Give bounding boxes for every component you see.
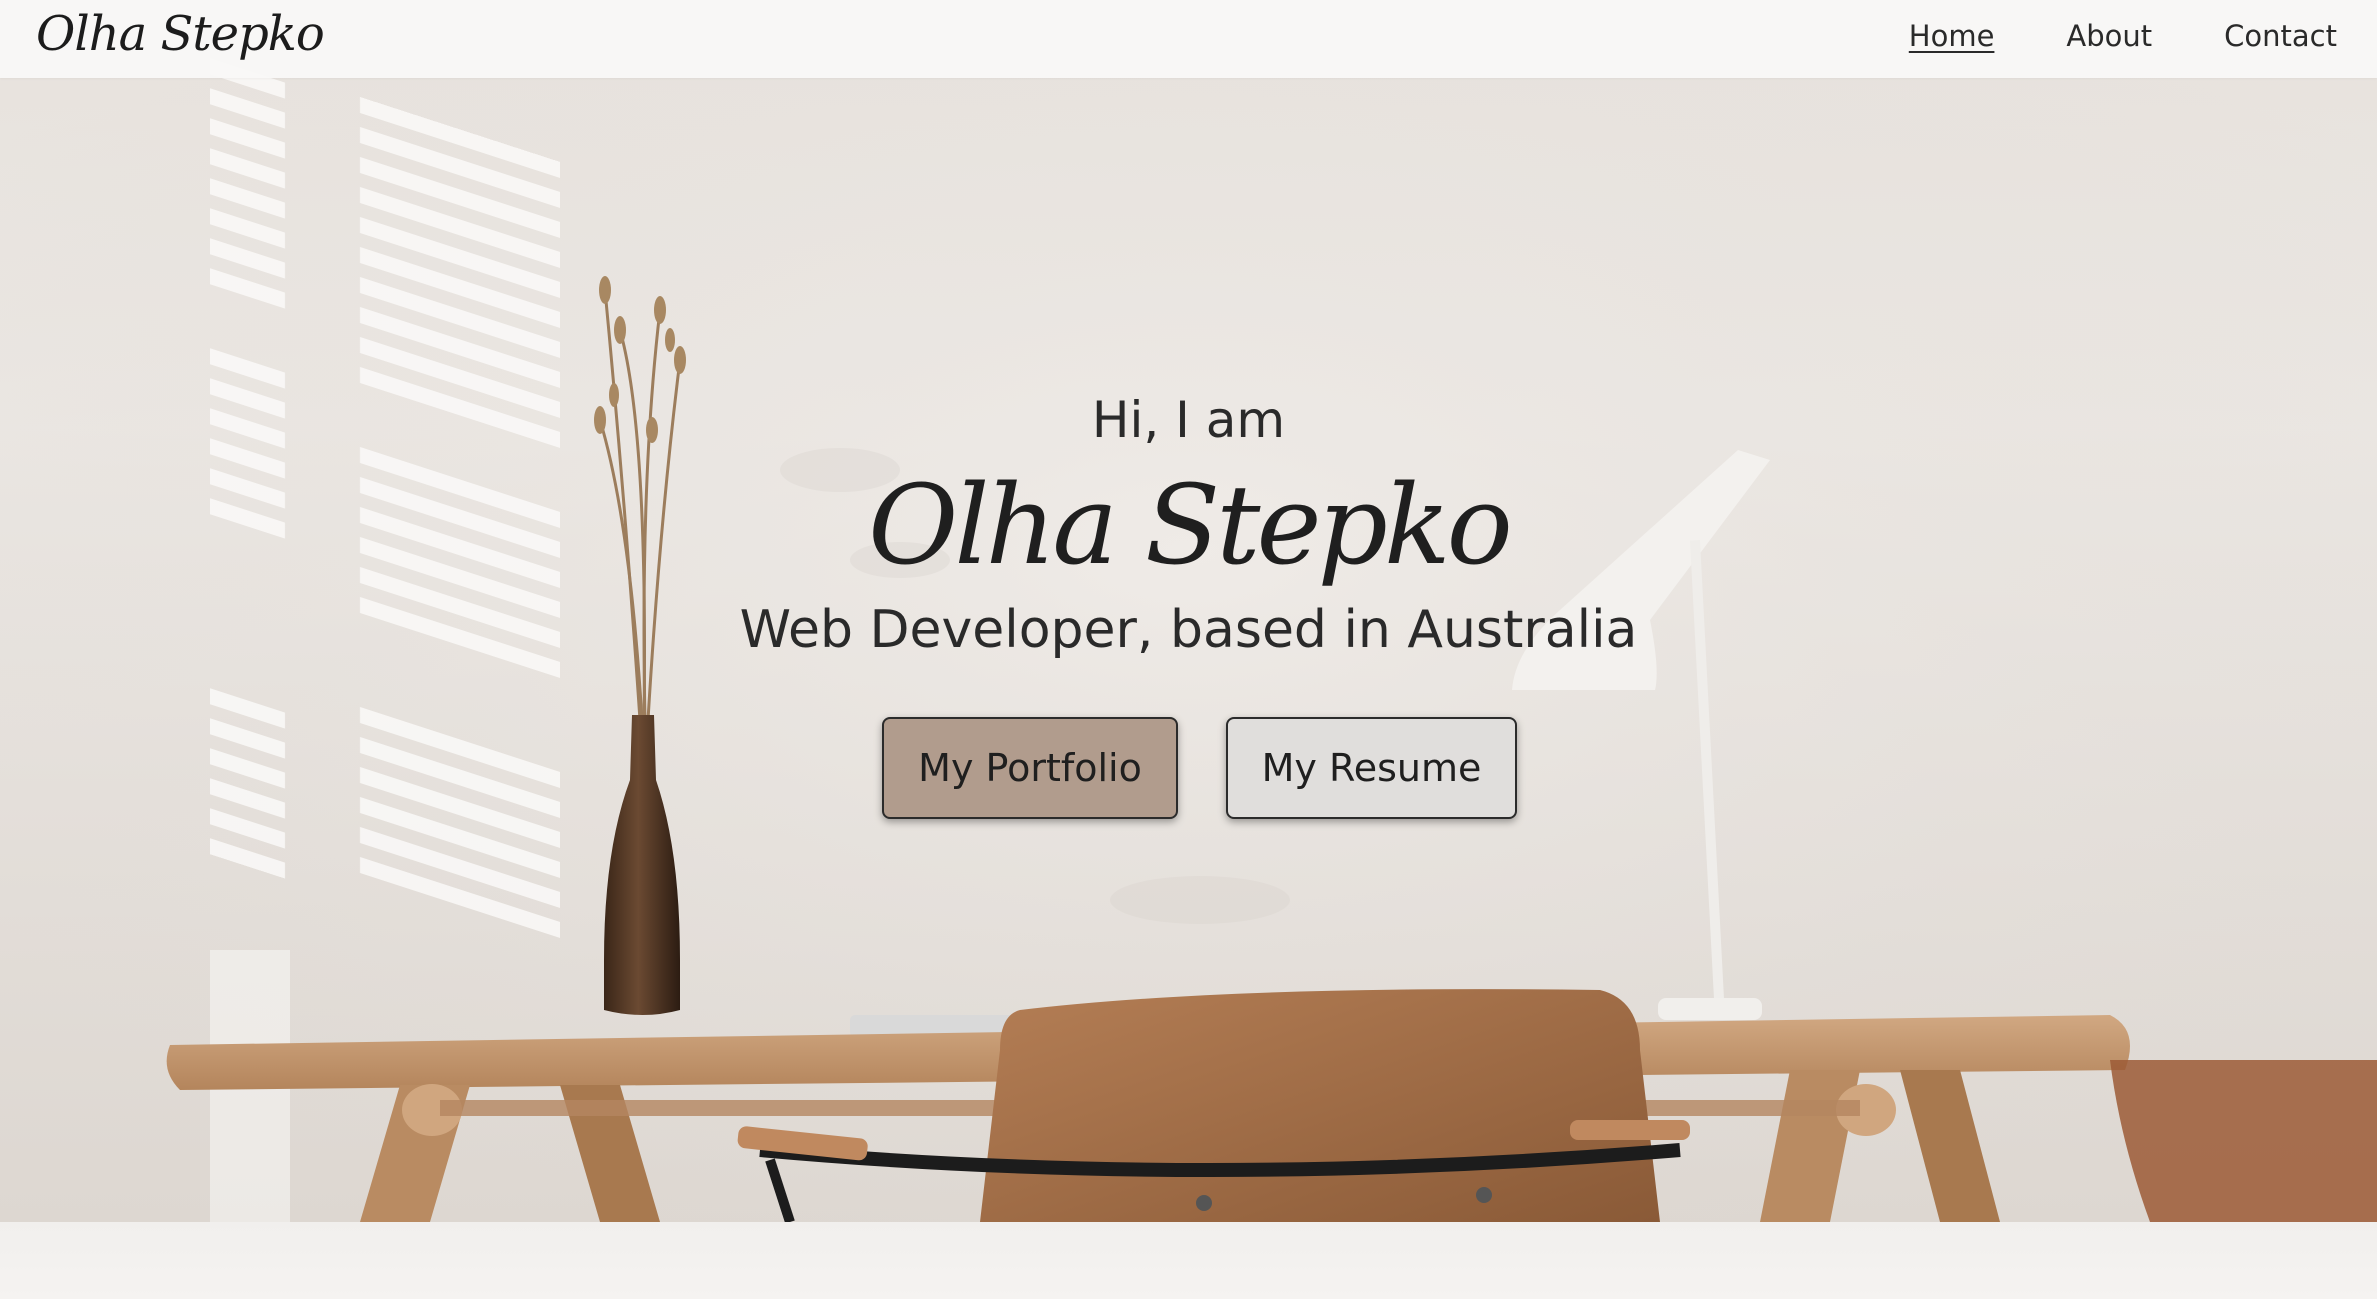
nav-link-about[interactable]: About — [2066, 19, 2152, 53]
brand-logo[interactable]: Olha Stepko — [36, 2, 325, 66]
nav-links: Home About Contact — [1909, 0, 2337, 72]
page-bottom-band — [0, 1222, 2377, 1299]
hero-name: Olha Stepko — [868, 461, 1513, 589]
hero-tagline: Web Developer, based in Australia — [739, 600, 1638, 660]
my-portfolio-button[interactable]: My Portfolio — [882, 717, 1178, 819]
nav-link-home[interactable]: Home — [1909, 19, 1995, 53]
top-navbar: Olha Stepko Home About Contact — [0, 0, 2377, 78]
hero-section: Hi, I am Olha Stepko Web Developer, base… — [0, 385, 2377, 665]
nav-link-contact[interactable]: Contact — [2224, 19, 2337, 53]
hero-buttons: My Portfolio My Resume — [0, 717, 2377, 819]
my-resume-button[interactable]: My Resume — [1226, 717, 1517, 819]
hero-greeting: Hi, I am — [1091, 391, 1286, 449]
